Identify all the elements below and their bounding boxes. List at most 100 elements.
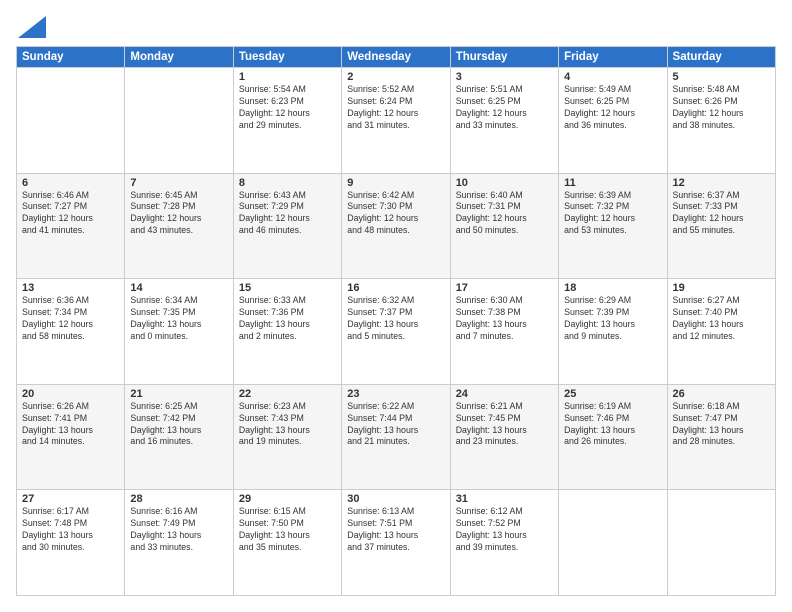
day-number: 19	[673, 282, 770, 294]
calendar-cell: 17Sunrise: 6:30 AM Sunset: 7:38 PM Dayli…	[450, 279, 558, 385]
cell-info: Sunrise: 6:26 AM Sunset: 7:41 PM Dayligh…	[22, 401, 119, 449]
calendar-cell: 27Sunrise: 6:17 AM Sunset: 7:48 PM Dayli…	[17, 490, 125, 596]
calendar-week-row: 1Sunrise: 5:54 AM Sunset: 6:23 PM Daylig…	[17, 68, 776, 174]
calendar-cell: 26Sunrise: 6:18 AM Sunset: 7:47 PM Dayli…	[667, 384, 775, 490]
day-number: 27	[22, 493, 119, 505]
calendar-cell: 24Sunrise: 6:21 AM Sunset: 7:45 PM Dayli…	[450, 384, 558, 490]
weekday-header: Thursday	[450, 47, 558, 68]
day-number: 5	[673, 71, 770, 83]
day-number: 25	[564, 388, 661, 400]
weekday-header: Tuesday	[233, 47, 341, 68]
cell-info: Sunrise: 6:12 AM Sunset: 7:52 PM Dayligh…	[456, 506, 553, 554]
cell-info: Sunrise: 6:33 AM Sunset: 7:36 PM Dayligh…	[239, 295, 336, 343]
cell-info: Sunrise: 6:32 AM Sunset: 7:37 PM Dayligh…	[347, 295, 444, 343]
cell-info: Sunrise: 6:40 AM Sunset: 7:31 PM Dayligh…	[456, 190, 553, 238]
day-number: 11	[564, 177, 661, 189]
calendar-cell: 9Sunrise: 6:42 AM Sunset: 7:30 PM Daylig…	[342, 173, 450, 279]
cell-info: Sunrise: 6:34 AM Sunset: 7:35 PM Dayligh…	[130, 295, 227, 343]
weekday-header: Wednesday	[342, 47, 450, 68]
calendar-cell	[17, 68, 125, 174]
weekday-header: Monday	[125, 47, 233, 68]
calendar-table: SundayMondayTuesdayWednesdayThursdayFrid…	[16, 46, 776, 596]
calendar-cell	[667, 490, 775, 596]
calendar-cell	[125, 68, 233, 174]
cell-info: Sunrise: 5:54 AM Sunset: 6:23 PM Dayligh…	[239, 84, 336, 132]
calendar-cell: 22Sunrise: 6:23 AM Sunset: 7:43 PM Dayli…	[233, 384, 341, 490]
day-number: 12	[673, 177, 770, 189]
calendar-week-row: 20Sunrise: 6:26 AM Sunset: 7:41 PM Dayli…	[17, 384, 776, 490]
cell-info: Sunrise: 6:27 AM Sunset: 7:40 PM Dayligh…	[673, 295, 770, 343]
calendar-cell: 2Sunrise: 5:52 AM Sunset: 6:24 PM Daylig…	[342, 68, 450, 174]
calendar-cell	[559, 490, 667, 596]
cell-info: Sunrise: 6:15 AM Sunset: 7:50 PM Dayligh…	[239, 506, 336, 554]
calendar-cell: 12Sunrise: 6:37 AM Sunset: 7:33 PM Dayli…	[667, 173, 775, 279]
cell-info: Sunrise: 6:23 AM Sunset: 7:43 PM Dayligh…	[239, 401, 336, 449]
weekday-header-row: SundayMondayTuesdayWednesdayThursdayFrid…	[17, 47, 776, 68]
day-number: 1	[239, 71, 336, 83]
logo-icon	[18, 16, 46, 38]
calendar-week-row: 13Sunrise: 6:36 AM Sunset: 7:34 PM Dayli…	[17, 279, 776, 385]
weekday-header: Saturday	[667, 47, 775, 68]
day-number: 29	[239, 493, 336, 505]
day-number: 15	[239, 282, 336, 294]
calendar-cell: 21Sunrise: 6:25 AM Sunset: 7:42 PM Dayli…	[125, 384, 233, 490]
day-number: 7	[130, 177, 227, 189]
cell-info: Sunrise: 6:25 AM Sunset: 7:42 PM Dayligh…	[130, 401, 227, 449]
cell-info: Sunrise: 5:52 AM Sunset: 6:24 PM Dayligh…	[347, 84, 444, 132]
calendar-week-row: 27Sunrise: 6:17 AM Sunset: 7:48 PM Dayli…	[17, 490, 776, 596]
calendar-cell: 15Sunrise: 6:33 AM Sunset: 7:36 PM Dayli…	[233, 279, 341, 385]
cell-info: Sunrise: 5:48 AM Sunset: 6:26 PM Dayligh…	[673, 84, 770, 132]
calendar-cell: 7Sunrise: 6:45 AM Sunset: 7:28 PM Daylig…	[125, 173, 233, 279]
cell-info: Sunrise: 6:21 AM Sunset: 7:45 PM Dayligh…	[456, 401, 553, 449]
day-number: 3	[456, 71, 553, 83]
cell-info: Sunrise: 6:45 AM Sunset: 7:28 PM Dayligh…	[130, 190, 227, 238]
cell-info: Sunrise: 5:51 AM Sunset: 6:25 PM Dayligh…	[456, 84, 553, 132]
day-number: 17	[456, 282, 553, 294]
cell-info: Sunrise: 6:37 AM Sunset: 7:33 PM Dayligh…	[673, 190, 770, 238]
cell-info: Sunrise: 6:46 AM Sunset: 7:27 PM Dayligh…	[22, 190, 119, 238]
day-number: 24	[456, 388, 553, 400]
calendar-cell: 31Sunrise: 6:12 AM Sunset: 7:52 PM Dayli…	[450, 490, 558, 596]
calendar-cell: 8Sunrise: 6:43 AM Sunset: 7:29 PM Daylig…	[233, 173, 341, 279]
day-number: 31	[456, 493, 553, 505]
calendar-cell: 30Sunrise: 6:13 AM Sunset: 7:51 PM Dayli…	[342, 490, 450, 596]
cell-info: Sunrise: 6:29 AM Sunset: 7:39 PM Dayligh…	[564, 295, 661, 343]
cell-info: Sunrise: 6:17 AM Sunset: 7:48 PM Dayligh…	[22, 506, 119, 554]
calendar-cell: 20Sunrise: 6:26 AM Sunset: 7:41 PM Dayli…	[17, 384, 125, 490]
day-number: 9	[347, 177, 444, 189]
day-number: 16	[347, 282, 444, 294]
page: SundayMondayTuesdayWednesdayThursdayFrid…	[0, 0, 792, 612]
day-number: 2	[347, 71, 444, 83]
cell-info: Sunrise: 6:19 AM Sunset: 7:46 PM Dayligh…	[564, 401, 661, 449]
calendar-cell: 28Sunrise: 6:16 AM Sunset: 7:49 PM Dayli…	[125, 490, 233, 596]
calendar-cell: 23Sunrise: 6:22 AM Sunset: 7:44 PM Dayli…	[342, 384, 450, 490]
day-number: 13	[22, 282, 119, 294]
calendar-cell: 6Sunrise: 6:46 AM Sunset: 7:27 PM Daylig…	[17, 173, 125, 279]
day-number: 28	[130, 493, 227, 505]
cell-info: Sunrise: 6:30 AM Sunset: 7:38 PM Dayligh…	[456, 295, 553, 343]
day-number: 4	[564, 71, 661, 83]
cell-info: Sunrise: 6:36 AM Sunset: 7:34 PM Dayligh…	[22, 295, 119, 343]
weekday-header: Friday	[559, 47, 667, 68]
day-number: 8	[239, 177, 336, 189]
day-number: 10	[456, 177, 553, 189]
day-number: 14	[130, 282, 227, 294]
day-number: 6	[22, 177, 119, 189]
calendar-cell: 19Sunrise: 6:27 AM Sunset: 7:40 PM Dayli…	[667, 279, 775, 385]
calendar-cell: 11Sunrise: 6:39 AM Sunset: 7:32 PM Dayli…	[559, 173, 667, 279]
calendar-cell: 1Sunrise: 5:54 AM Sunset: 6:23 PM Daylig…	[233, 68, 341, 174]
calendar-week-row: 6Sunrise: 6:46 AM Sunset: 7:27 PM Daylig…	[17, 173, 776, 279]
day-number: 22	[239, 388, 336, 400]
day-number: 18	[564, 282, 661, 294]
calendar-cell: 13Sunrise: 6:36 AM Sunset: 7:34 PM Dayli…	[17, 279, 125, 385]
calendar-cell: 5Sunrise: 5:48 AM Sunset: 6:26 PM Daylig…	[667, 68, 775, 174]
logo	[16, 16, 46, 38]
day-number: 21	[130, 388, 227, 400]
day-number: 23	[347, 388, 444, 400]
cell-info: Sunrise: 6:39 AM Sunset: 7:32 PM Dayligh…	[564, 190, 661, 238]
day-number: 20	[22, 388, 119, 400]
cell-info: Sunrise: 6:43 AM Sunset: 7:29 PM Dayligh…	[239, 190, 336, 238]
calendar-cell: 18Sunrise: 6:29 AM Sunset: 7:39 PM Dayli…	[559, 279, 667, 385]
weekday-header: Sunday	[17, 47, 125, 68]
calendar-cell: 4Sunrise: 5:49 AM Sunset: 6:25 PM Daylig…	[559, 68, 667, 174]
